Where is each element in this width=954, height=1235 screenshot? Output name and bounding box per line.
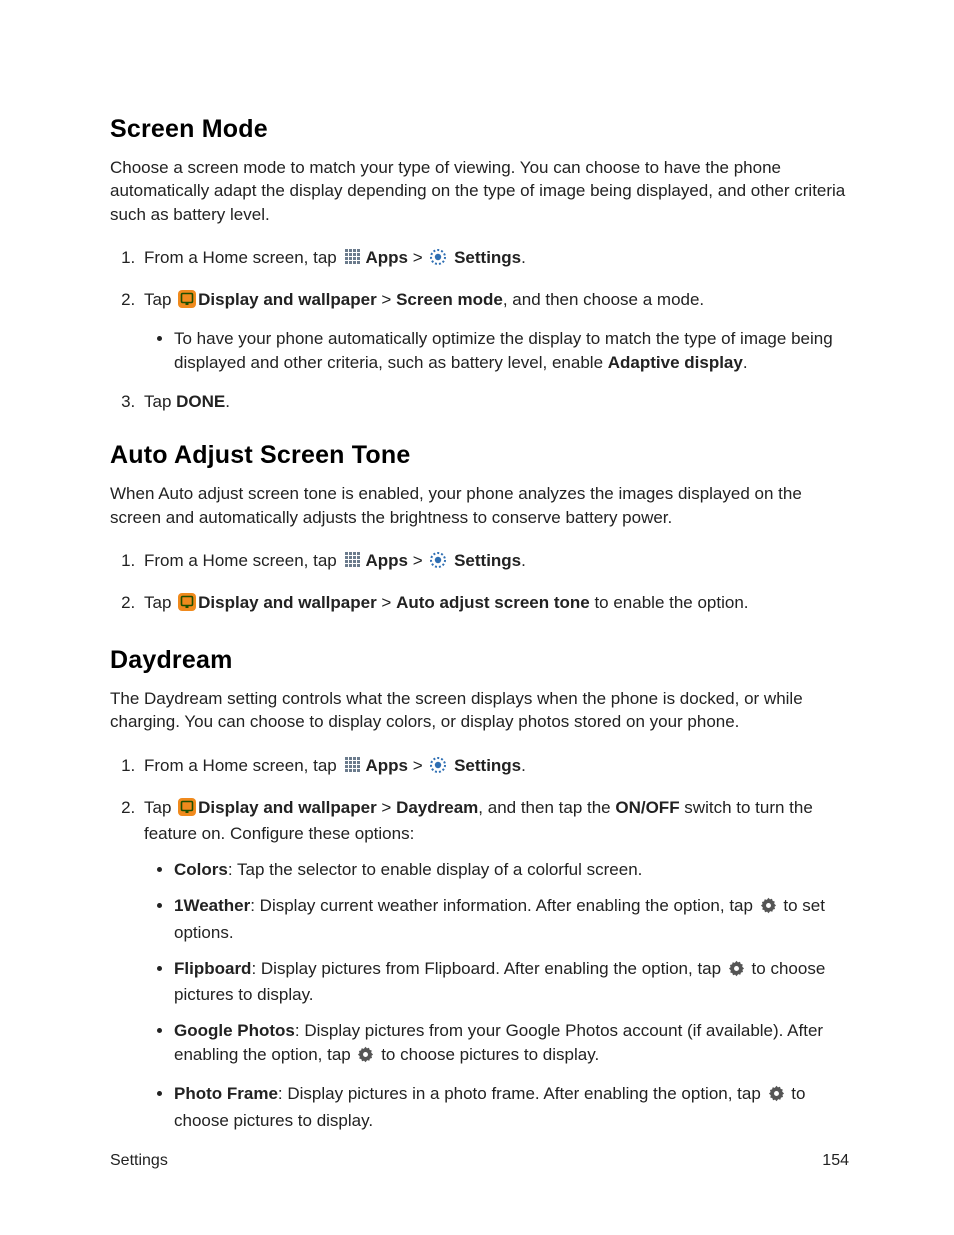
step: Tap Display and wallpaper > Auto adjust … [140,591,849,618]
heading-daydream: Daydream [110,646,849,675]
steps-auto-adjust: From a Home screen, tap Apps > Settings.… [110,549,849,618]
intro-daydream: The Daydream setting controls what the s… [110,687,849,734]
settings-circle-icon [429,551,447,576]
step: Tap DONE. [140,390,849,414]
display-wallpaper-icon [178,798,196,823]
step: From a Home screen, tap Apps > Settings. [140,754,849,781]
document-page: Screen Mode Choose a screen mode to matc… [0,0,954,1235]
settings-circle-icon [429,248,447,273]
section-daydream: Daydream The Daydream setting controls w… [110,646,849,1132]
step: From a Home screen, tap Apps > Settings. [140,246,849,273]
gear-icon [768,1085,785,1109]
bullet: Google Photos: Display pictures from you… [174,1019,849,1070]
display-wallpaper-icon [178,290,196,315]
apps-grid-icon [343,248,363,273]
sub-bullets: To have your phone automatically optimiz… [144,327,849,375]
section-screen-mode: Screen Mode Choose a screen mode to matc… [110,115,849,413]
footer-section-label: Settings [110,1152,168,1170]
intro-auto-adjust: When Auto adjust screen tone is enabled,… [110,482,849,529]
bullet: 1Weather: Display current weather inform… [174,894,849,945]
gear-icon [728,960,745,984]
bullet: Photo Frame: Display pictures in a photo… [174,1082,849,1133]
steps-daydream: From a Home screen, tap Apps > Settings.… [110,754,849,1133]
display-wallpaper-icon [178,593,196,618]
settings-circle-icon [429,756,447,781]
steps-screen-mode: From a Home screen, tap Apps > Settings.… [110,246,849,413]
gear-icon [760,897,777,921]
page-footer: Settings 154 [110,1152,849,1170]
step: From a Home screen, tap Apps > Settings. [140,549,849,576]
bullet: To have your phone automatically optimiz… [174,327,849,375]
heading-screen-mode: Screen Mode [110,115,849,144]
daydream-options: Colors: Tap the selector to enable displ… [144,858,849,1132]
apps-grid-icon [343,551,363,576]
step: Tap Display and wallpaper > Screen mode,… [140,288,849,374]
apps-grid-icon [343,756,363,781]
page-number: 154 [822,1152,849,1170]
bullet: Flipboard: Display pictures from Flipboa… [174,957,849,1008]
step: Tap Display and wallpaper > Daydream, an… [140,796,849,1133]
intro-screen-mode: Choose a screen mode to match your type … [110,156,849,226]
gear-icon [357,1046,374,1070]
bullet: Colors: Tap the selector to enable displ… [174,858,849,882]
section-auto-adjust: Auto Adjust Screen Tone When Auto adjust… [110,441,849,618]
heading-auto-adjust: Auto Adjust Screen Tone [110,441,849,470]
